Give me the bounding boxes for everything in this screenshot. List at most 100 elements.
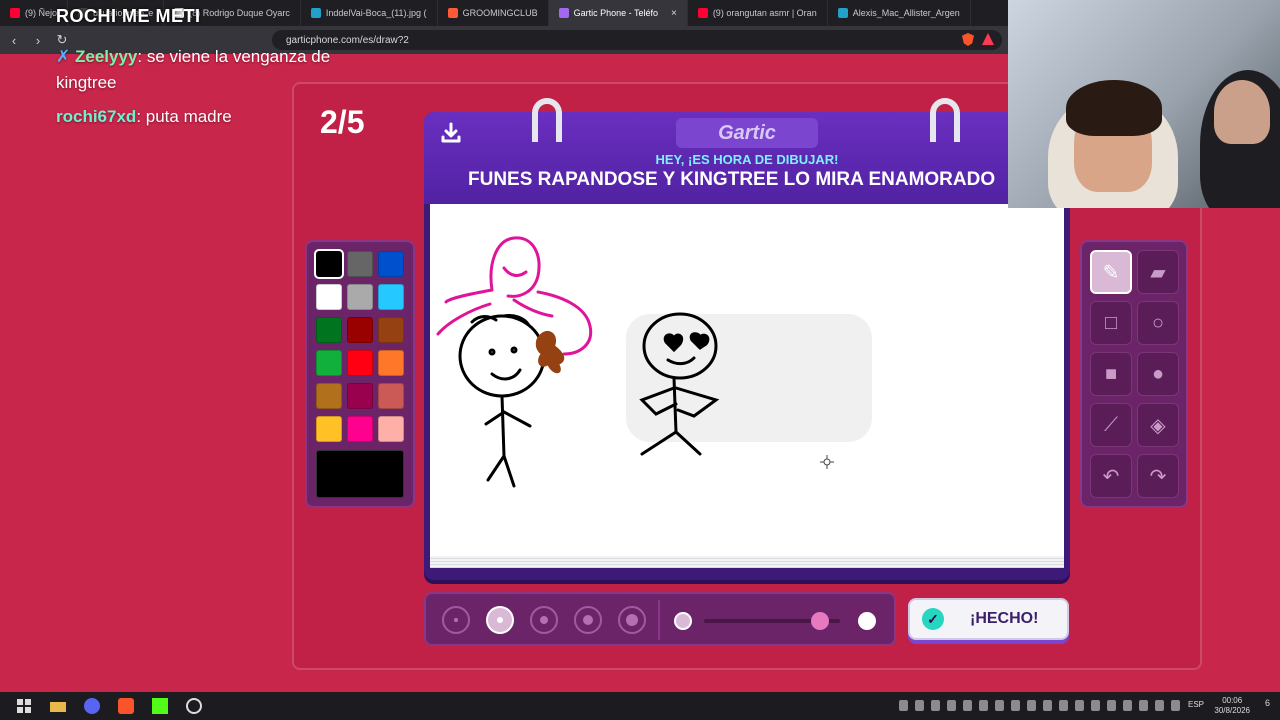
- streamer-left-hair: [1066, 80, 1162, 136]
- chat-badge-icon: ✗: [56, 47, 71, 66]
- tab-label: Alexis_Mac_Allister_Argen: [852, 8, 960, 18]
- windows-start-icon[interactable]: [14, 696, 34, 716]
- done-button[interactable]: ✓ ¡HECHO!: [908, 598, 1069, 640]
- brush-size-option[interactable]: [618, 606, 646, 634]
- brush-size-dot: [497, 617, 503, 623]
- redo-icon[interactable]: ↷: [1137, 454, 1179, 498]
- notebook-ring-right: [930, 98, 960, 142]
- browser-tab[interactable]: (9) orangutan asmr | Oran: [688, 0, 828, 26]
- tray-icon[interactable]: [947, 700, 956, 711]
- color-palette: [305, 240, 415, 508]
- tray-icon[interactable]: [1107, 700, 1116, 711]
- brush-size-dot: [583, 615, 593, 625]
- color-swatch[interactable]: [347, 317, 373, 343]
- checkmark-icon: ✓: [922, 608, 944, 630]
- color-swatch[interactable]: [378, 350, 404, 376]
- forward-icon[interactable]: ›: [28, 33, 48, 48]
- drawing-notebook: Gartic HEY, ¡ES HORA DE DIBUJAR! FUNES R…: [424, 98, 1070, 580]
- round-counter: 2/5: [320, 104, 365, 140]
- tray-icon[interactable]: [1075, 700, 1084, 711]
- tray-icon[interactable]: [1091, 700, 1100, 711]
- tray-icon[interactable]: [979, 700, 988, 711]
- tray-icon[interactable]: [963, 700, 972, 711]
- brown-scribble: [535, 330, 565, 374]
- tab-favicon-icon: [837, 8, 848, 18]
- tray-icon[interactable]: [1027, 700, 1036, 711]
- color-swatch[interactable]: [316, 284, 342, 310]
- square-outline-icon[interactable]: □: [1090, 301, 1132, 345]
- color-swatch[interactable]: [347, 350, 373, 376]
- kick-icon[interactable]: [150, 696, 170, 716]
- language-indicator[interactable]: ESP: [1188, 700, 1204, 709]
- circle-outline-icon[interactable]: ○: [1137, 301, 1179, 345]
- tab-favicon-icon: [697, 8, 708, 18]
- tray-icon[interactable]: [995, 700, 1004, 711]
- color-swatch[interactable]: [347, 383, 373, 409]
- brave-rewards-icon[interactable]: [982, 33, 994, 45]
- eraser-icon[interactable]: ▰: [1137, 250, 1179, 294]
- brave-browser-icon[interactable]: [116, 696, 136, 716]
- browser-tab[interactable]: Alexis_Mac_Allister_Argen: [828, 0, 971, 26]
- back-icon[interactable]: ‹: [4, 33, 24, 48]
- drawing-strokes: [436, 236, 872, 488]
- brave-shield-icon[interactable]: [962, 33, 974, 46]
- tray-icon[interactable]: [899, 700, 908, 711]
- discord-icon[interactable]: [82, 696, 102, 716]
- color-swatch[interactable]: [378, 416, 404, 442]
- circle-filled-icon[interactable]: ●: [1137, 352, 1179, 396]
- opacity-min-indicator: [674, 612, 692, 630]
- browser-tab[interactable]: GROOMINGCLUB: [438, 0, 549, 26]
- current-color-preview: [316, 450, 404, 498]
- tray-icon[interactable]: [1123, 700, 1132, 711]
- color-swatch[interactable]: [314, 249, 344, 279]
- clock[interactable]: 00:06 30/8/2026: [1214, 696, 1250, 716]
- brush-size-option[interactable]: [486, 606, 514, 634]
- streamer-right-face: [1214, 80, 1270, 144]
- opacity-slider-handle[interactable]: [810, 612, 829, 630]
- fill-bucket-icon[interactable]: ◈: [1137, 403, 1179, 447]
- color-swatch[interactable]: [347, 251, 373, 277]
- tray-icon[interactable]: [1059, 700, 1068, 711]
- color-swatch[interactable]: [316, 416, 342, 442]
- tray-icon[interactable]: [915, 700, 924, 711]
- color-swatch[interactable]: [378, 284, 404, 310]
- brush-size-option[interactable]: [442, 606, 470, 634]
- notebook-ring-left: [532, 98, 562, 142]
- brush-settings-bar: [424, 592, 896, 646]
- brush-size-option[interactable]: [574, 606, 602, 634]
- system-tray: [899, 700, 1180, 711]
- color-swatch[interactable]: [378, 251, 404, 277]
- tray-icon[interactable]: [1155, 700, 1164, 711]
- file-explorer-icon[interactable]: [48, 696, 68, 716]
- tab-favicon-icon: [558, 8, 569, 18]
- brush-size-dot: [626, 614, 638, 626]
- color-swatch[interactable]: [316, 383, 342, 409]
- pencil-icon[interactable]: ✎: [1090, 250, 1132, 294]
- tab-favicon-icon: [447, 8, 458, 18]
- browser-tab[interactable]: Gartic Phone - Teléfo ×: [548, 0, 688, 26]
- color-swatch[interactable]: [347, 416, 373, 442]
- brush-size-option[interactable]: [530, 606, 558, 634]
- line-icon[interactable]: ⟋: [1090, 403, 1132, 447]
- tray-icon[interactable]: [1171, 700, 1180, 711]
- notification-count[interactable]: 6: [1265, 698, 1270, 708]
- color-swatch[interactable]: [347, 284, 373, 310]
- done-button-label: ¡HECHO!: [970, 610, 1039, 627]
- tray-icon[interactable]: [1043, 700, 1052, 711]
- close-tab-icon[interactable]: ×: [671, 8, 677, 19]
- tab-label: (9) Ñejo: [25, 8, 58, 18]
- tray-icon[interactable]: [1139, 700, 1148, 711]
- color-swatch[interactable]: [316, 350, 342, 376]
- obs-icon[interactable]: [184, 696, 204, 716]
- browser-tab[interactable]: InddelVai-Boca_(11).jpg (: [301, 0, 438, 26]
- tray-icon[interactable]: [931, 700, 940, 711]
- drawing-canvas[interactable]: [430, 204, 1064, 556]
- tray-icon[interactable]: [1011, 700, 1020, 711]
- tab-label: InddelVai-Boca_(11).jpg (: [325, 8, 427, 18]
- color-swatch[interactable]: [378, 317, 404, 343]
- undo-icon[interactable]: ↶: [1090, 454, 1132, 498]
- color-swatch[interactable]: [316, 317, 342, 343]
- color-swatch[interactable]: [378, 383, 404, 409]
- download-icon[interactable]: [440, 122, 462, 144]
- square-filled-icon[interactable]: ■: [1090, 352, 1132, 396]
